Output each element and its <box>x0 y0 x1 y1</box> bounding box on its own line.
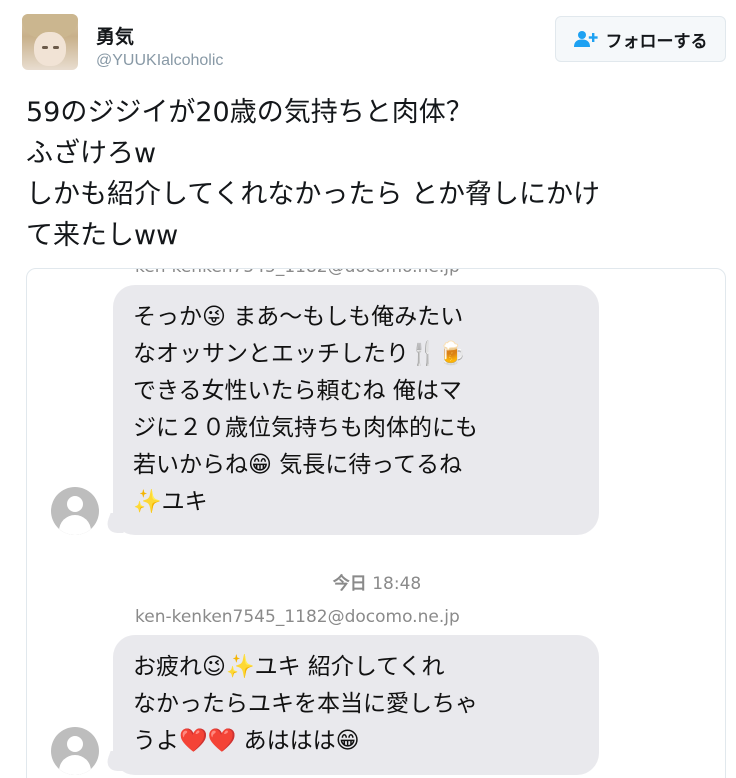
tweet-line: ふざけろw <box>26 138 157 169</box>
avatar-head-shape <box>67 496 83 512</box>
message-line: お疲れ😉✨ユキ 紹介してくれ <box>133 654 445 680</box>
attached-screenshot[interactable]: ken-kenken7545_1182@docomo.ne.jp そっか😜 まあ… <box>26 268 726 778</box>
sender-email: ken-kenken7545_1182@docomo.ne.jp <box>135 607 460 627</box>
tweet-line: 59のジジイが20歳の気持ちと肉体？ <box>26 97 473 128</box>
avatar-head-shape <box>67 736 83 752</box>
message-bubble: お疲れ😉✨ユキ 紹介してくれ なかったらユキを本当に愛しちゃ うよ❤️❤️ あは… <box>113 635 599 775</box>
message-line: できる女性いたら頼むね 俺はマ <box>133 378 462 404</box>
avatar-body-shape <box>59 755 91 775</box>
avatar-face <box>34 32 66 66</box>
user-handle[interactable]: @YUUKIalcoholic <box>96 52 223 70</box>
partial-sender-email: ken-kenken7545_1182@docomo.ne.jp <box>135 269 460 277</box>
message-line: ジに２０歳位気持ちも肉体的にも <box>133 415 478 441</box>
message-line: なかったらユキを本当に愛しちゃ <box>133 691 478 717</box>
message-timestamp: 今日 18:48 <box>27 569 725 594</box>
follow-person-icon <box>573 31 598 47</box>
follow-button-label: フォローする <box>605 31 708 52</box>
tweet-line: しかも紹介してくれなかったら とか脅しにかけ <box>26 179 600 210</box>
contact-avatar-icon <box>51 487 99 535</box>
tweet-header: 勇気 @YUUKIalcoholic フォローする <box>0 0 736 90</box>
message-line: うよ❤️❤️ あははは😁 <box>133 728 360 754</box>
tweet-text: 59のジジイが20歳の気持ちと肉体？ ふざけろw しかも紹介してくれなかったら … <box>26 92 726 256</box>
message-line: なオッサンとエッチしたり🍴🍺 <box>133 341 467 367</box>
display-name[interactable]: 勇気 <box>96 22 134 49</box>
avatar-eye-right <box>53 46 59 49</box>
contact-avatar-icon <box>51 727 99 775</box>
message-line: そっか😜 まあ〜もしも俺みたい <box>133 304 464 330</box>
follow-button[interactable]: フォローする <box>555 16 726 62</box>
avatar-eye-left <box>42 46 48 49</box>
timestamp-time: 18:48 <box>372 574 422 594</box>
message-line: ✨ユキ <box>133 489 208 515</box>
timestamp-day: 今日 <box>332 574 367 594</box>
user-avatar[interactable] <box>22 14 78 70</box>
message-bubble: そっか😜 まあ〜もしも俺みたい なオッサンとエッチしたり🍴🍺 できる女性いたら頼… <box>113 285 599 535</box>
tweet-line: て来たしww <box>26 220 179 251</box>
message-line: 若いからね😁 気長に待ってるね <box>133 452 463 478</box>
avatar-body-shape <box>59 515 91 535</box>
